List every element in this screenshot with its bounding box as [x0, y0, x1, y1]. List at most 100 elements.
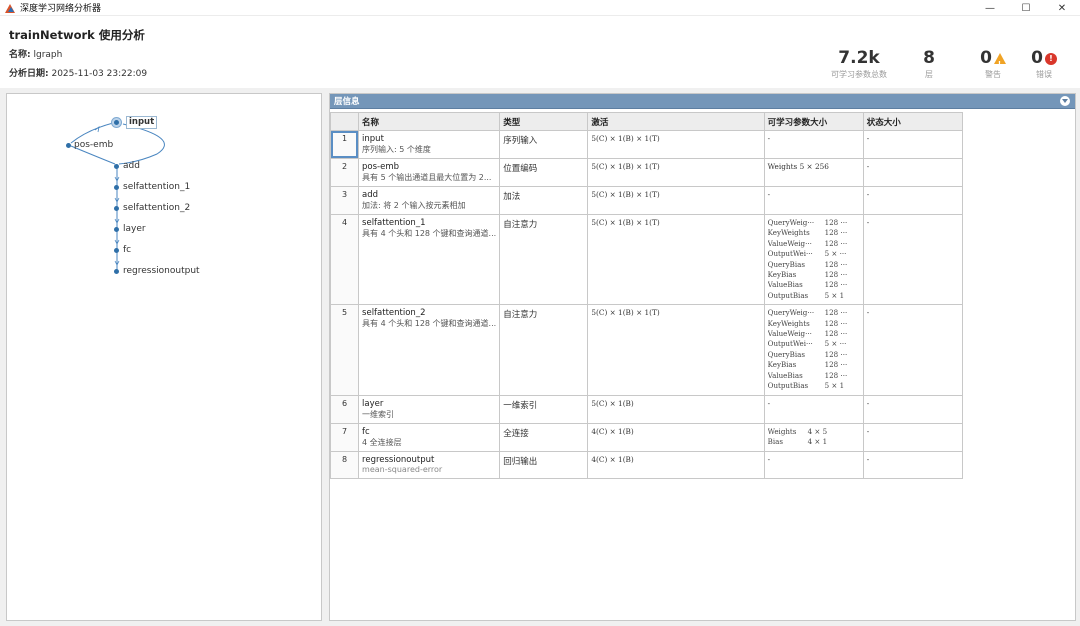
layer-name: add: [362, 190, 379, 200]
param-size: 128 ···: [824, 318, 848, 328]
layer-description: 4 全连接层: [362, 437, 402, 447]
param-size: 5 × ···: [824, 339, 847, 349]
node-dot: [66, 142, 71, 148]
layer-name: fc: [362, 426, 370, 437]
param-name: ValueWeig···: [767, 238, 812, 248]
row-index: 5: [329, 304, 360, 396]
layer-state: -: [862, 422, 964, 452]
column-header-activation[interactable]: 激活: [587, 112, 765, 131]
table-row[interactable]: 3 add 加法: 将 2 个输入按元素相加 加法 5(C) × 1(B) × …: [329, 186, 964, 215]
table-row[interactable]: 6 layer 一维索引 一维索引 5(C) × 1(B) - -: [329, 394, 964, 424]
errors-label: 错误: [1036, 70, 1052, 79]
layer-description: 具有 4 个头和 128 个键和查询通道...: [362, 229, 497, 238]
layer-type: 位置编码: [499, 158, 589, 187]
layer-learnables: -: [763, 450, 864, 479]
param-name: ValueBias: [767, 280, 803, 290]
table-row[interactable]: 4 selfattention_1 具有 4 个头和 128 个键和查询通道..…: [329, 213, 964, 306]
node-dot: [114, 226, 119, 232]
layer-learnables: QueryWeig··· 128 ··· KeyWeights 128 ··· Va…: [763, 213, 864, 306]
table-row[interactable]: 2 pos-emb 具有 5 个输出通道且最大位置为 2... 位置编码 5(C…: [329, 158, 964, 187]
graph-node-add[interactable]: add: [114, 161, 140, 171]
graph-node-input[interactable]: input: [111, 116, 158, 129]
row-index: 1: [329, 130, 360, 159]
param-entry: Bias 4 × 1: [768, 437, 860, 447]
param-name: Bias: [767, 436, 783, 446]
minimize-button[interactable]: —: [972, 0, 1008, 16]
layer-type: 回归输出: [499, 450, 589, 479]
column-header-name[interactable]: 名称: [358, 112, 501, 131]
param-name: OutputWei···: [767, 339, 813, 349]
table-row[interactable]: 5 selfattention_2 具有 4 个头和 128 个键和查询通道..…: [329, 304, 964, 396]
node-label: add: [123, 161, 140, 171]
layer-table: 名称 类型 激活 可学习参数大小 状态大小 1 input 序列输入: 5 个维…: [329, 112, 964, 479]
graph-node-selfattention-1[interactable]: selfattention_1: [114, 182, 190, 192]
row-index: 8: [329, 450, 360, 479]
warning-icon: !: [993, 53, 1006, 68]
param-size: 128 ···: [824, 259, 848, 269]
param-name: OutputWei···: [767, 249, 813, 259]
graph-node-pos-emb[interactable]: pos-emb: [66, 140, 113, 150]
layer-type: 序列输入: [499, 130, 589, 159]
node-label: selfattention_2: [123, 203, 191, 213]
collapse-chevron-icon[interactable]: [1060, 96, 1070, 106]
graph-node-layer[interactable]: layer: [114, 224, 146, 234]
param-name: QueryBias: [767, 259, 805, 269]
layer-info-panel: 层信息 名称 类型 激活 可学习参数大小 状态大小 1 input 序列输入: …: [329, 93, 1076, 621]
column-header-type[interactable]: 类型: [499, 112, 589, 131]
node-dot: [114, 184, 119, 190]
analysis-summary: trainNetwork 使用分析 名称: lgraph 分析日期: 2025-…: [0, 16, 1080, 88]
learnables-value: 7.2k: [838, 48, 880, 68]
layer-learnables: -: [763, 394, 864, 424]
param-entry: ValueBias 128 ···: [768, 371, 860, 381]
node-dot: [114, 163, 119, 169]
param-name: QueryWeig···: [767, 308, 815, 318]
stat-layers: 8 层: [894, 49, 964, 80]
learnables-label: 可学习参数总数: [831, 70, 887, 79]
stat-warnings[interactable]: 0 ! 警告: [964, 49, 1022, 80]
param-size: 128 ···: [824, 329, 848, 339]
param-name: QueryBias: [767, 349, 805, 359]
layer-name-cell: add 加法: 将 2 个输入按元素相加: [358, 186, 501, 215]
layer-name: selfattention_1: [362, 218, 426, 228]
layer-state: -: [862, 158, 964, 187]
param-size: 4 × 1: [807, 436, 828, 446]
column-header-state[interactable]: 状态大小: [862, 112, 964, 131]
network-graph-panel[interactable]: input pos-emb add selfattention_1 selfat…: [6, 93, 322, 621]
table-row[interactable]: 1 input 序列输入: 5 个维度 序列输入 5(C) × 1(B) × 1…: [329, 130, 964, 159]
analysis-date-line: 分析日期: 2025-11-03 23:22:09: [9, 66, 147, 79]
layer-description: mean-squared-error: [362, 464, 443, 474]
node-dot: [114, 205, 119, 211]
layer-learnables: Weights 4 × 5 Bias 4 × 1: [763, 422, 864, 452]
column-header-learnables[interactable]: 可学习参数大小: [763, 112, 864, 131]
table-header-row: 名称 类型 激活 可学习参数大小 状态大小: [329, 112, 964, 131]
close-button[interactable]: ✕: [1044, 0, 1080, 16]
param-size: 4 × 5: [807, 426, 828, 436]
table-row[interactable]: 8 regressionoutput mean-squared-error 回归…: [329, 450, 964, 479]
layer-learnables: Weights 5 × 256: [763, 158, 864, 187]
param-name: QueryWeig···: [767, 218, 815, 227]
graph-node-selfattention-2[interactable]: selfattention_2: [114, 203, 190, 213]
layer-state: -: [862, 450, 964, 479]
layer-name: regressionoutput: [362, 454, 435, 465]
layer-description: 一维索引: [362, 409, 395, 419]
param-size: 128 ···: [824, 360, 848, 370]
error-icon: !: [1044, 52, 1057, 65]
graph-node-regressionoutput[interactable]: regressionoutput: [114, 266, 200, 276]
node-dot: [114, 268, 119, 274]
param-entry: OutputWei··· 5 × ···: [768, 249, 860, 259]
maximize-button[interactable]: ☐: [1008, 0, 1044, 16]
table-row[interactable]: 7 fc 4 全连接层 全连接 4(C) × 1(B) Weights 4 × 5…: [329, 422, 964, 452]
param-entry: Weights 4 × 5: [768, 427, 860, 437]
param-entry: QueryBias 128 ···: [768, 260, 860, 270]
graph-node-fc[interactable]: fc: [114, 245, 131, 255]
name-label: 名称:: [9, 50, 31, 60]
param-name: Weights: [767, 426, 797, 436]
layers-value: 8: [923, 48, 935, 68]
stat-errors[interactable]: 0 ! 错误: [1022, 49, 1066, 80]
layer-state: -: [862, 213, 964, 306]
layer-name: selfattention_2: [362, 308, 426, 319]
layer-activation: 4(C) × 1(B): [587, 450, 765, 479]
layer-state: -: [862, 130, 964, 159]
layer-activation: 5(C) × 1(B) × 1(T): [587, 213, 765, 306]
param-entry: QueryBias 128 ···: [768, 350, 860, 360]
